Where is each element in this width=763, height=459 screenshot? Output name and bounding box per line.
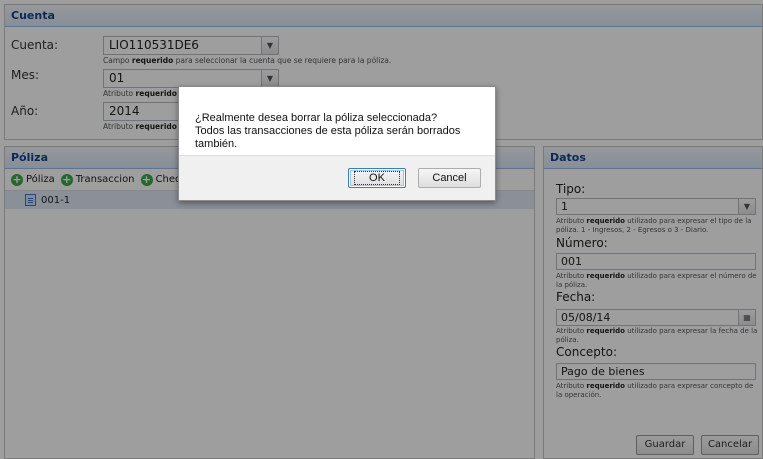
dialog-message-line1: ¿Realmente desea borrar la póliza selecc… bbox=[195, 112, 438, 124]
confirm-dialog: ¿Realmente desea borrar la póliza selecc… bbox=[178, 86, 496, 201]
dialog-message: ¿Realmente desea borrar la póliza selecc… bbox=[179, 87, 495, 157]
ok-button[interactable]: OK bbox=[348, 168, 406, 188]
cancel-button[interactable]: Cancel bbox=[418, 168, 481, 188]
dialog-footer: OK Cancel bbox=[179, 155, 495, 200]
dialog-message-line2: Todos las transacciones de esta póliza s… bbox=[195, 125, 461, 150]
app-window: Cuenta Cuenta: LIO110531DE6 ▼ Campo requ… bbox=[0, 0, 763, 459]
modal-overlay bbox=[0, 0, 763, 459]
